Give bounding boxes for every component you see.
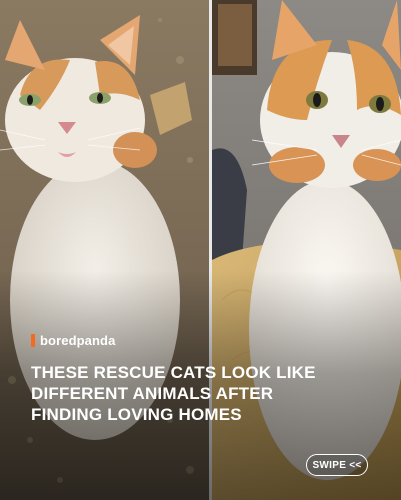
post-headline: THESE RESCUE CATS LOOK LIKE DIFFERENT AN… — [31, 362, 371, 425]
swipe-button[interactable]: SWIPE << — [306, 454, 368, 476]
brand-name: boredpanda — [40, 333, 116, 348]
headline-line: FINDING LOVING HOMES — [31, 405, 242, 424]
before-photo — [0, 0, 209, 500]
before-cat-illustration — [0, 0, 209, 500]
brand-mark-icon — [31, 334, 35, 347]
brand-logo[interactable]: boredpanda — [31, 333, 115, 348]
after-cat-illustration — [212, 0, 401, 500]
post-card: boredpanda THESE RESCUE CATS LOOK LIKE D… — [0, 0, 401, 500]
headline-line: THESE RESCUE CATS LOOK LIKE — [31, 363, 316, 382]
after-photo — [212, 0, 401, 500]
headline-line: DIFFERENT ANIMALS AFTER — [31, 384, 274, 403]
